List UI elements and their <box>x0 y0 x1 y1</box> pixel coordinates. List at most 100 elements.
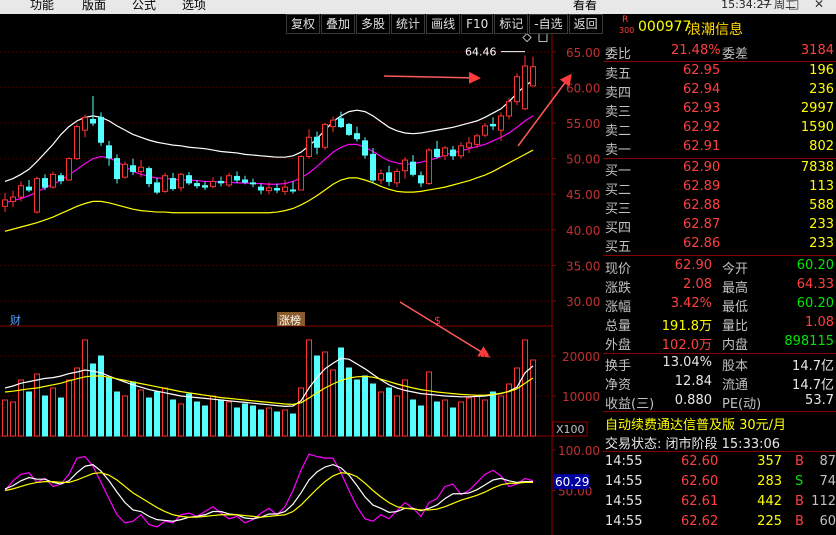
volume-bar-down <box>450 407 456 437</box>
toolbar-statistics-button[interactable]: 统计 <box>391 14 426 34</box>
price-axis-label: 35.00 <box>566 259 600 273</box>
ask-row: 卖四 62.94 236 <box>603 81 836 101</box>
ask-label: 卖五 <box>605 67 632 82</box>
diamond-icon <box>522 34 532 43</box>
volume-bar-down <box>114 391 120 437</box>
price-axis-label: 40.00 <box>566 224 600 238</box>
volume-bar-down <box>434 401 440 437</box>
ask-label: 卖一 <box>605 143 632 158</box>
toolbar-back-button[interactable]: 返回 <box>568 14 603 34</box>
stat-row: 现价 62.90 今开 60.20 <box>603 257 836 277</box>
candle-down <box>130 165 136 172</box>
fundamental-row: 收益(三) 0.880 PE(动) 53.7 <box>603 392 836 412</box>
bid-label: 买五 <box>605 240 632 255</box>
tick-volume: 357 <box>757 454 782 469</box>
volume-bar-up <box>210 395 216 437</box>
fundamental-value: 13.04% <box>662 355 712 370</box>
tick-count: 60 <box>819 514 836 529</box>
volume-bar-down <box>202 405 208 437</box>
toolbar-mark-button[interactable]: 标记 <box>494 14 529 34</box>
close-icon[interactable]: ✕ <box>814 0 824 11</box>
stock-name: 浪潮信息 <box>687 22 743 38</box>
toolbar-f10-button[interactable]: F10 <box>461 14 494 34</box>
bid-price: 62.87 <box>683 217 721 232</box>
candle-up <box>18 185 24 198</box>
candle-up <box>442 147 448 157</box>
volume-bar-down <box>250 405 256 437</box>
toolbar-draw-line-button[interactable]: 画线 <box>426 14 461 34</box>
tick-row: 14:55 62.60 283 S 74 <box>603 473 836 492</box>
volume-bar-down <box>218 399 224 437</box>
bid-price: 62.88 <box>683 198 721 213</box>
stat-label: 最低 <box>722 300 749 315</box>
menu-item-look[interactable]: 看看 <box>573 0 597 13</box>
annotation-arrow <box>399 301 491 358</box>
ad-banner[interactable]: 自动续费通达信普及版 30元/月 <box>603 413 836 433</box>
ask-volume: 196 <box>809 63 834 78</box>
tick-side: B <box>795 494 804 509</box>
maximize-icon[interactable]: □ <box>788 0 799 11</box>
toolbar-overlay-button[interactable]: 叠加 <box>321 14 356 34</box>
menu-item-formula[interactable]: 公式 <box>132 0 156 13</box>
stat-value: 64.33 <box>796 277 834 292</box>
divider <box>603 451 836 452</box>
menu-item-layout[interactable]: 版面 <box>82 0 106 13</box>
price-axis-label: 50.00 <box>566 153 600 167</box>
menu-item-function[interactable]: 功能 <box>30 0 54 13</box>
candle-up <box>514 76 520 103</box>
candle-up <box>474 135 480 145</box>
fundamental-value: 53.7 <box>805 393 834 408</box>
volume-bar-down <box>26 391 32 437</box>
candle-up <box>426 149 432 185</box>
trade-status: 交易状态: 闭市阶段 15:33:06 <box>603 432 836 452</box>
tick-time: 14:55 <box>605 514 643 529</box>
ask-volume: 236 <box>809 82 834 97</box>
volume-bar-down <box>314 355 320 437</box>
toolbar-restore-rights-button[interactable]: 复权 <box>286 14 321 34</box>
volume-bar-down <box>154 391 160 437</box>
stat-row: 涨幅 3.42% 最低 60.20 <box>603 295 836 315</box>
fundamental-label: 流通 <box>722 378 749 393</box>
candle-down <box>242 179 248 183</box>
fundamental-row: 净资 12.84 流通 14.7亿 <box>603 373 836 393</box>
candle-down <box>114 158 120 180</box>
order-diff-value: 3184 <box>800 43 834 58</box>
minimize-icon[interactable]: — <box>760 0 772 11</box>
stat-label: 涨跌 <box>605 281 632 296</box>
volume-bar-up <box>394 395 400 437</box>
volume-bar-up <box>402 379 408 437</box>
ask-label: 卖三 <box>605 105 632 120</box>
window-toggle-icon <box>538 34 548 43</box>
toolbar-multi-stock-button[interactable]: 多股 <box>356 14 391 34</box>
volume-bar-up <box>378 391 384 437</box>
stat-label: 最高 <box>722 281 749 296</box>
bid-label: 买一 <box>605 164 632 179</box>
volume-bar-down <box>258 409 264 437</box>
tick-row: 14:55 62.62 225 B 60 <box>603 513 836 532</box>
stat-label: 涨幅 <box>605 300 632 315</box>
candle-down <box>490 123 496 127</box>
annotation-arrow <box>383 71 481 84</box>
toolbar-watchlist-button[interactable]: -自选 <box>529 14 568 34</box>
candle-down <box>170 178 176 190</box>
divider <box>603 255 836 256</box>
bid-price: 62.89 <box>683 179 721 194</box>
candle-down <box>90 118 96 124</box>
ma-line-white <box>4 79 534 182</box>
volume-bar-down <box>98 355 104 437</box>
trade-status-text: 交易状态: 闭市阶段 15:33:06 <box>605 437 781 452</box>
ad-text[interactable]: 自动续费通达信普及版 30元/月 <box>605 414 786 433</box>
tick-count: 87 <box>819 454 836 469</box>
tick-price: 62.60 <box>681 474 719 489</box>
volume-bar-down <box>386 387 392 437</box>
order-ratio-value: 21.48% <box>671 43 721 58</box>
menu-item-options[interactable]: 选项 <box>182 0 206 13</box>
candle-up <box>122 163 128 178</box>
bid-price: 62.86 <box>683 236 721 251</box>
candle-up <box>282 186 288 192</box>
candle-down <box>258 186 264 191</box>
volume-bar-up <box>66 379 72 437</box>
volume-bar-down <box>362 375 368 437</box>
tick-side: B <box>795 514 804 529</box>
stock-chart[interactable]: 65.00 60.00 55.00 50.00 45.00 40.00 35.00 30.00… <box>0 34 603 535</box>
